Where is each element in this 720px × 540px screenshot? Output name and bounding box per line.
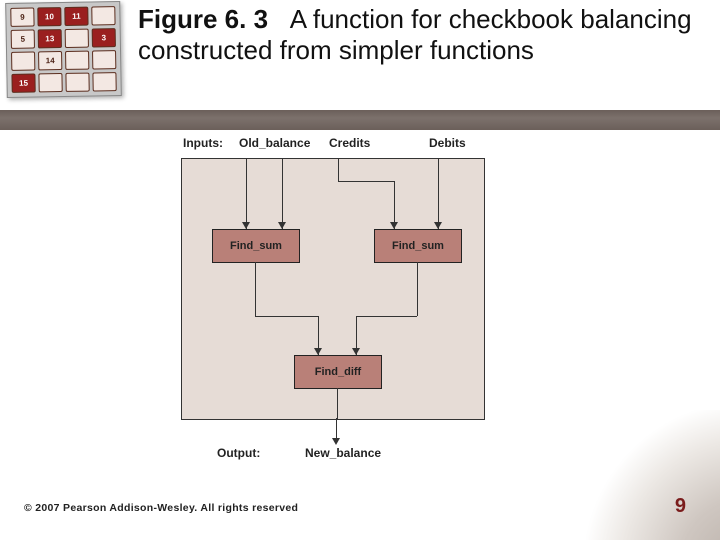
tile: 3 bbox=[92, 28, 116, 47]
page-number: 9 bbox=[675, 495, 686, 518]
tile: 10 bbox=[37, 7, 61, 26]
slide: 9 10 11 5 13 3 14 15 Figure 6. 3 A funct… bbox=[0, 0, 720, 540]
figure-caption bbox=[275, 4, 289, 34]
connector bbox=[338, 181, 394, 182]
divider-bar bbox=[0, 110, 720, 130]
connector bbox=[337, 388, 338, 419]
tile: 9 bbox=[10, 8, 34, 27]
tile: 11 bbox=[64, 7, 88, 26]
process-find-sum-left: Find_sum bbox=[212, 229, 300, 263]
process-find-sum-right: Find_sum bbox=[374, 229, 462, 263]
connector bbox=[282, 159, 283, 229]
page-corner-graphic bbox=[580, 410, 720, 540]
output-label: Output: bbox=[217, 446, 260, 460]
tile bbox=[91, 6, 115, 25]
arrowhead-icon bbox=[352, 348, 360, 355]
arrowhead-icon bbox=[390, 222, 398, 229]
corner-number-grid: 9 10 11 5 13 3 14 15 bbox=[5, 1, 122, 98]
connector bbox=[338, 159, 339, 181]
process-find-diff: Find_diff bbox=[294, 355, 382, 389]
copyright-text: © 2007 Pearson Addison-Wesley. All right… bbox=[24, 502, 298, 514]
tile bbox=[65, 51, 89, 70]
connector bbox=[417, 262, 418, 316]
figure-title: Figure 6. 3 A function for checkbook bal… bbox=[138, 4, 698, 66]
connector bbox=[438, 159, 439, 229]
tile: 15 bbox=[11, 73, 35, 92]
process-label: Find_sum bbox=[392, 240, 444, 252]
connector bbox=[255, 316, 318, 317]
tile bbox=[92, 50, 116, 69]
input-credits: Credits bbox=[329, 136, 370, 150]
arrowhead-icon bbox=[434, 222, 442, 229]
tile bbox=[65, 29, 89, 48]
input-old-balance: Old_balance bbox=[239, 136, 310, 150]
connector bbox=[255, 262, 256, 316]
connector bbox=[336, 418, 337, 440]
tile bbox=[65, 73, 89, 92]
connector bbox=[356, 316, 417, 317]
tile bbox=[11, 51, 35, 70]
tile: 13 bbox=[38, 29, 62, 48]
arrowhead-icon bbox=[242, 222, 250, 229]
input-debits: Debits bbox=[429, 136, 466, 150]
connector bbox=[246, 159, 247, 229]
process-label: Find_diff bbox=[315, 366, 361, 378]
tile bbox=[38, 73, 62, 92]
tile bbox=[92, 72, 116, 91]
arrowhead-icon bbox=[314, 348, 322, 355]
function-diagram: Inputs: Old_balance Credits Debits Find_… bbox=[175, 136, 495, 466]
tile: 14 bbox=[38, 51, 62, 70]
output-new-balance: New_balance bbox=[305, 446, 381, 460]
arrowhead-icon bbox=[278, 222, 286, 229]
arrowhead-icon bbox=[332, 438, 340, 445]
figure-label: Figure 6. 3 bbox=[138, 4, 268, 34]
inputs-label: Inputs: bbox=[183, 136, 223, 150]
diagram-panel: Find_sum Find_sum Find_diff bbox=[181, 158, 485, 420]
tile: 5 bbox=[11, 30, 35, 49]
process-label: Find_sum bbox=[230, 240, 282, 252]
